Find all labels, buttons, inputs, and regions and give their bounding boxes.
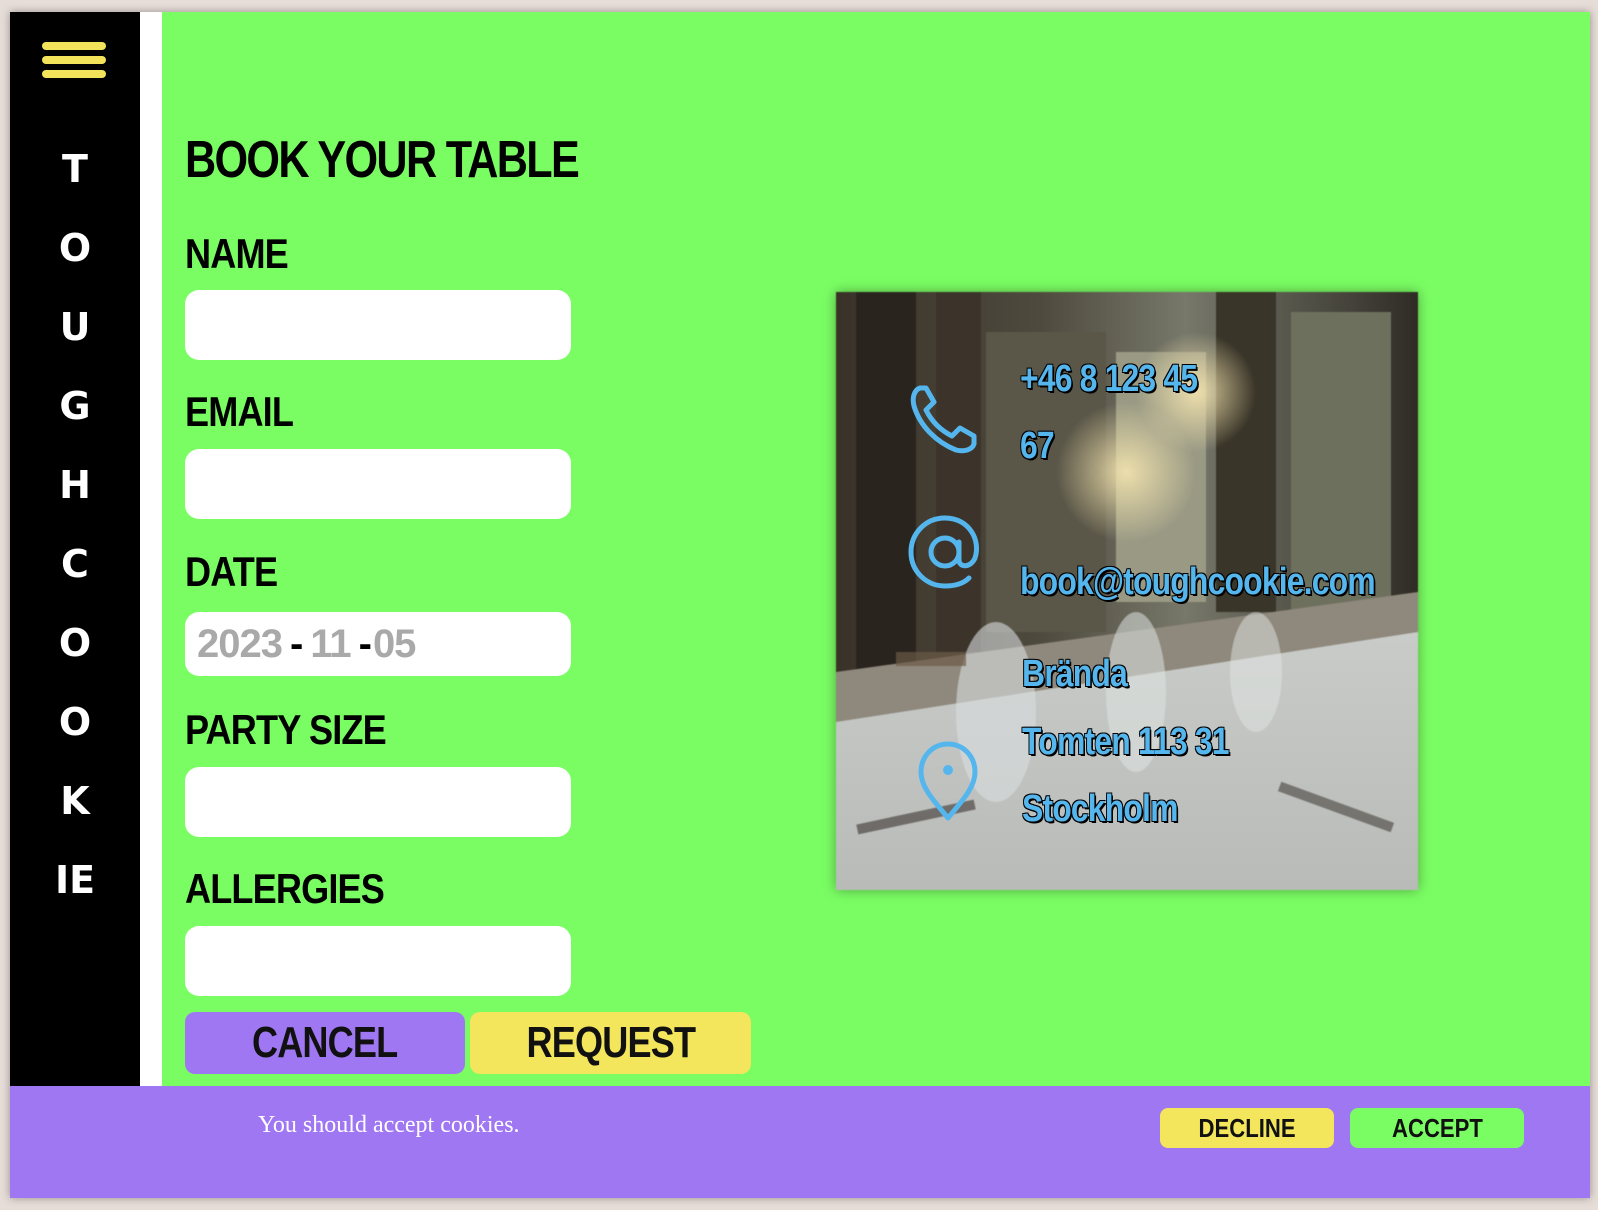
accept-label: ACCEPT (1391, 1112, 1483, 1143)
brand-name: TOUGHCOOKIE (54, 147, 96, 902)
at-sign-icon (908, 515, 979, 589)
date-field[interactable]: 2023 - 11 - 05 (185, 612, 571, 676)
location-pin-icon (918, 741, 978, 821)
address-line2: Tomten 113 31 (1022, 721, 1230, 763)
request-button-label: REQUEST (526, 1018, 695, 1067)
phone-icon (910, 385, 977, 454)
accept-cookies-button[interactable]: ACCEPT (1350, 1108, 1524, 1148)
allergies-field[interactable] (185, 926, 571, 996)
date-separator: - (289, 621, 303, 666)
app-window: TOUGHCOOKIE BOOK YOUR TABLE NAME EMAIL D… (10, 12, 1590, 1198)
email-label: EMAIL (185, 388, 294, 435)
name-label: NAME (185, 230, 289, 277)
date-year: 2023 (197, 621, 283, 666)
phone-number-line1: +46 8 123 45 (1020, 358, 1198, 400)
address-line1: Brända (1022, 653, 1128, 695)
cookie-message: You should accept cookies. (258, 1112, 520, 1138)
party-size-label: PARTY SIZE (185, 706, 387, 753)
phone-number-line2: 67 (1020, 425, 1055, 467)
contact-email: book@toughcookie.com (1020, 561, 1376, 603)
cookie-banner: You should accept cookies. DECLINE ACCEP… (10, 1086, 1590, 1198)
date-label: DATE (185, 548, 278, 595)
address-line3: Stockholm (1022, 788, 1178, 830)
hamburger-menu-icon[interactable] (42, 42, 106, 92)
date-month: 11 (310, 621, 351, 666)
date-separator: - (358, 621, 372, 666)
decline-cookies-button[interactable]: DECLINE (1160, 1108, 1334, 1148)
allergies-label: ALLERGIES (185, 865, 385, 912)
cancel-button-label: CANCEL (252, 1018, 398, 1067)
page-title: BOOK YOUR TABLE (185, 131, 580, 189)
sidebar-divider (140, 12, 162, 1118)
request-button[interactable]: REQUEST (470, 1012, 751, 1074)
email-field[interactable] (185, 449, 571, 519)
sidebar: TOUGHCOOKIE (10, 12, 140, 1118)
date-day: 05 (372, 621, 416, 666)
cancel-button[interactable]: CANCEL (185, 1012, 465, 1074)
party-size-field[interactable] (185, 767, 571, 837)
name-field[interactable] (185, 290, 571, 360)
decline-label: DECLINE (1198, 1112, 1296, 1143)
